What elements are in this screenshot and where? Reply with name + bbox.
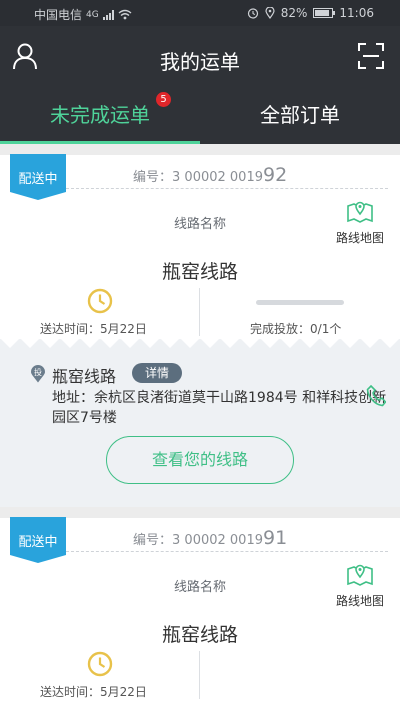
route-name: 瓶窑线路 (161, 624, 238, 646)
delivery-progress-bar (256, 300, 344, 305)
completion-status: 完成投放：0/1个 (250, 320, 341, 337)
status-left: 中国电信 4G (34, 6, 132, 23)
vertical-divider (199, 651, 200, 699)
order-number-prefix: 3 00002 0019 (172, 533, 263, 548)
drop-pin-icon: 投 (30, 365, 46, 383)
order-number-label: 编号： (133, 170, 173, 185)
order-number: 编号：3 00002 001991 (133, 527, 287, 549)
delivery-time: 送达时间：5月22日 (40, 320, 162, 337)
carrier-name: 中国电信 (34, 8, 83, 22)
clock-icon (87, 288, 113, 314)
map-icon (347, 564, 373, 586)
order-number-prefix: 3 00002 0019 (172, 170, 263, 185)
delivery-time: 送达时间：5月22日 (40, 683, 162, 700)
delivery-time-label: 送达时间： (40, 685, 101, 699)
phone-icon[interactable] (366, 385, 386, 407)
divider (66, 551, 388, 552)
order-number-suffix: 92 (263, 164, 288, 186)
divider (66, 188, 388, 189)
route-map-label: 路线地图 (335, 594, 384, 608)
drop-pin-label: 投 (34, 368, 42, 377)
alarm-icon (247, 8, 258, 19)
battery-icon (313, 8, 336, 18)
status-label: 配送中 (18, 535, 58, 550)
tab-label: 未完成运单 (50, 103, 150, 127)
order-number: 编号：3 00002 001992 (133, 164, 287, 186)
completion-label: 完成投放： (250, 322, 311, 336)
map-icon (347, 201, 373, 223)
delivery-address: 地址：余杭区良渚街道莫干山路1984号 和祥科技创新园区7号楼 (52, 390, 387, 426)
route-name: 瓶窑线路 (161, 261, 238, 283)
network-type: 4G (86, 9, 99, 20)
location-icon (265, 7, 275, 19)
detail-route-name: 瓶窑线路 (52, 367, 117, 386)
details-button[interactable]: 详情 (132, 363, 182, 383)
delivery-date: 5月22日 (100, 322, 147, 336)
view-route-button[interactable]: 查看您的线路 (106, 436, 294, 484)
app-header: 我的运单 未完成运单 5 全部订单 (0, 26, 400, 144)
order-card[interactable]: 配送中 编号：3 00002 001992 线路名称 路线地图 瓶窑线路 送达时… (0, 154, 400, 345)
tab-label: 全部订单 (260, 103, 340, 127)
active-tab-indicator (0, 141, 200, 144)
wifi-icon (118, 9, 132, 20)
status-bar: 中国电信 4G 82% 11:06 (0, 0, 400, 26)
status-ribbon: 配送中 (10, 154, 66, 200)
route-map-button[interactable]: 路线地图 (332, 560, 388, 608)
delivery-time-label: 送达时间： (40, 322, 101, 336)
status-right: 82% 11:06 (247, 6, 374, 20)
signal-icon (102, 9, 114, 20)
zigzag-edge (0, 338, 400, 348)
completion-value: 0/1个 (310, 322, 342, 336)
unread-badge: 5 (156, 92, 171, 107)
delivery-date: 5月22日 (100, 685, 147, 699)
page-title: 我的运单 (160, 50, 240, 74)
order-card[interactable]: 配送中 编号：3 00002 001991 线路名称 路线地图 瓶窑线路 送达时… (0, 517, 400, 711)
clock-icon (87, 651, 113, 677)
scan-icon[interactable] (358, 43, 384, 69)
route-detail-panel: 投 瓶窑线路 详情 地址：余杭区良渚街道莫干山路1984号 和祥科技创新园区7号… (0, 338, 400, 507)
tab-bar: 未完成运单 5 全部订单 (0, 92, 400, 144)
route-map-label: 路线地图 (335, 231, 384, 245)
vertical-divider (199, 288, 200, 336)
order-number-suffix: 91 (263, 527, 288, 549)
tab-unfinished-orders[interactable]: 未完成运单 5 (0, 92, 200, 144)
status-label: 配送中 (18, 172, 58, 187)
clock-time: 11:06 (339, 6, 374, 20)
status-ribbon: 配送中 (10, 517, 66, 563)
order-number-label: 编号： (133, 533, 173, 548)
battery-percent: 82% (280, 6, 308, 20)
route-map-button[interactable]: 路线地图 (332, 197, 388, 245)
tab-all-orders[interactable]: 全部订单 (200, 92, 400, 144)
